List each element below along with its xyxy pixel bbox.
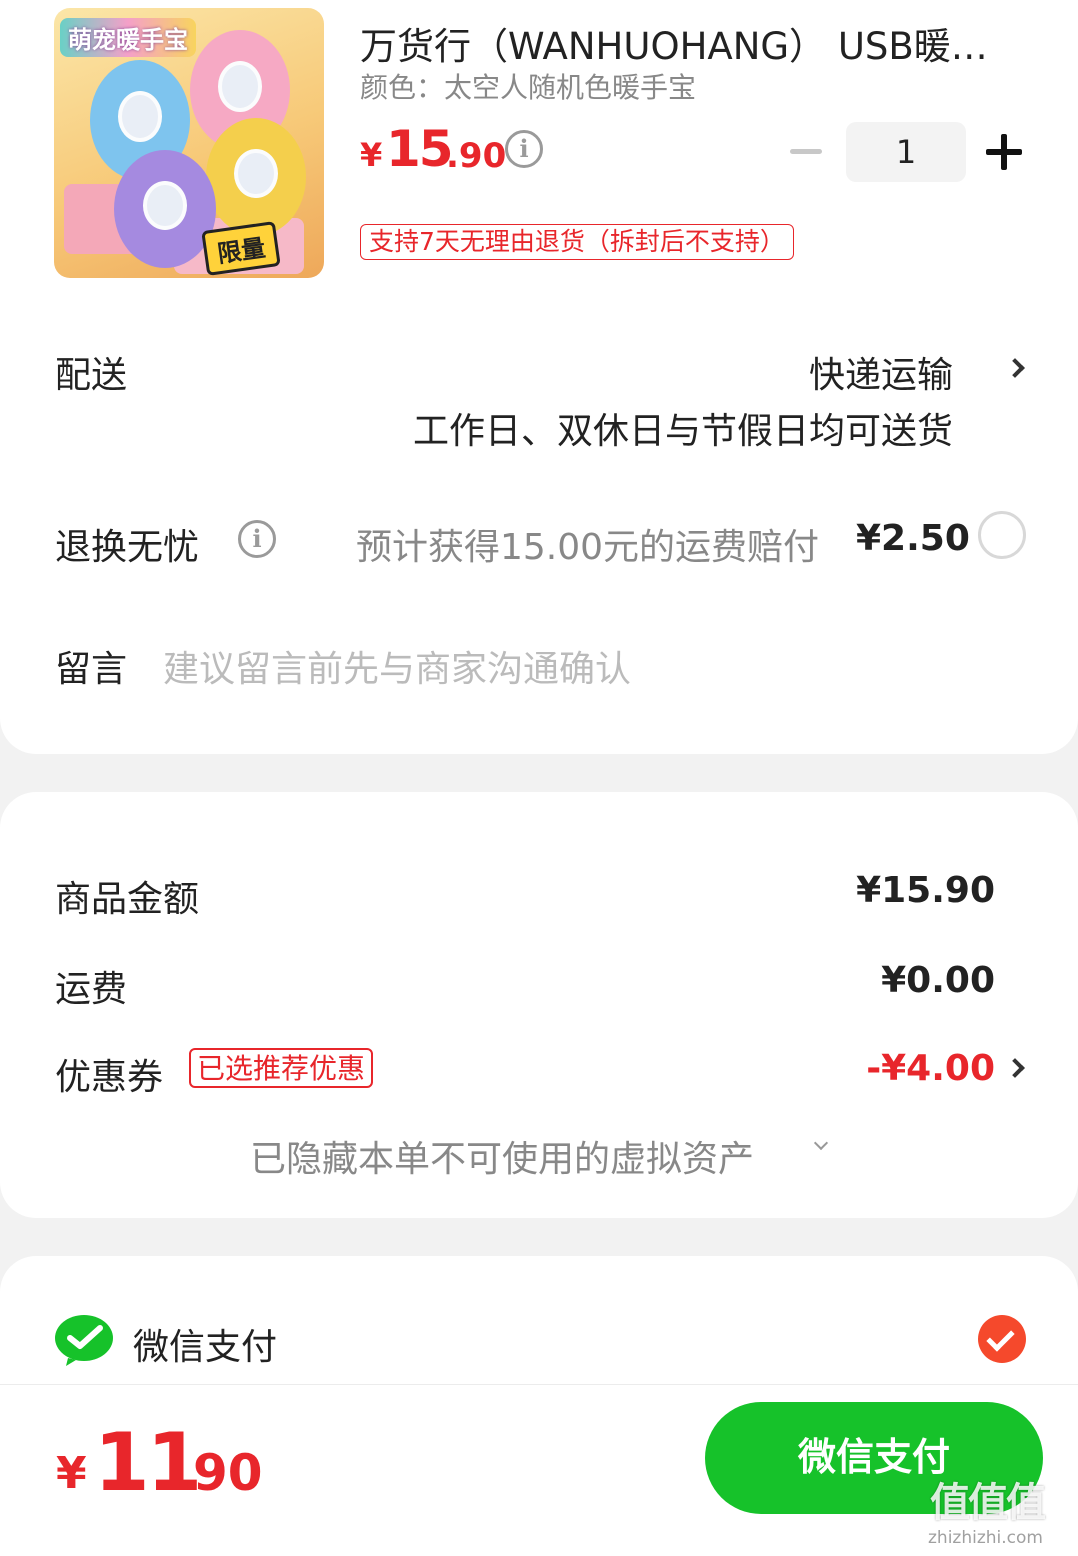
check-icon[interactable] [978, 1315, 1026, 1363]
shipping-label: 运费 [55, 969, 128, 1010]
coupon-recommended-badge: 已选推荐优惠 [189, 1048, 374, 1088]
price-symbol: ¥ [360, 136, 383, 174]
hidden-assets-toggle[interactable]: 已隐藏本单不可使用的虚拟资产 [250, 1130, 754, 1182]
wechat-pay-icon [55, 1315, 113, 1366]
product-title[interactable]: 万货行（WANHUOHANG） USB暖手宝 [360, 16, 1020, 70]
delivery-method[interactable]: 快递运输 [809, 346, 953, 398]
delivery-label: 配送 [55, 355, 128, 396]
total-decimal: .90 [174, 1444, 263, 1502]
delivery-schedule[interactable]: 工作日、双休日与节假日均可送货 [413, 402, 953, 454]
price-info-icon[interactable]: i [505, 130, 543, 168]
quantity-input[interactable]: 1 [846, 122, 966, 182]
return-insurance-price: ¥2.50 [856, 518, 970, 559]
total-symbol: ¥ [56, 1448, 87, 1499]
message-input[interactable]: 建议留言前先与商家沟通确认 [163, 640, 631, 692]
wechat-pay-label[interactable]: 微信支付 [133, 1318, 277, 1370]
coupon-value[interactable]: -¥4.00 [866, 1048, 995, 1089]
watermark: 值值值 [930, 1480, 1046, 1526]
return-insurance-label: 退换无忧 [55, 527, 200, 568]
goods-amount-label: 商品金额 [55, 879, 200, 920]
return-policy-badge: 支持7天无理由退货（拆封后不支持） [360, 224, 794, 260]
return-insurance-radio[interactable] [978, 511, 1026, 559]
price-decimal: .90 [446, 136, 507, 176]
decrease-quantity-button[interactable] [790, 149, 822, 154]
coupon-label: 优惠券 [55, 1057, 164, 1098]
price-integer: 15 [386, 120, 454, 178]
egg-warmer-yellow [206, 118, 306, 236]
product-image-badge: 萌宠暖手宝 [60, 18, 196, 57]
shipping-value: ¥0.00 [881, 960, 995, 1001]
increase-quantity-button[interactable] [986, 134, 1022, 170]
egg-warmer-purple [114, 150, 216, 268]
return-insurance-info-icon[interactable]: i [238, 520, 276, 558]
product-variant[interactable]: 颜色：太空人随机色暖手宝 [360, 66, 696, 106]
product-image[interactable]: 萌宠暖手宝 限量 [54, 8, 324, 278]
message-label: 留言 [55, 649, 128, 690]
watermark-url: zhizhizhi.com [928, 1528, 1043, 1548]
goods-amount-value: ¥15.90 [856, 870, 995, 911]
return-insurance-desc: 预计获得15.00元的运费赔付 [356, 527, 820, 568]
